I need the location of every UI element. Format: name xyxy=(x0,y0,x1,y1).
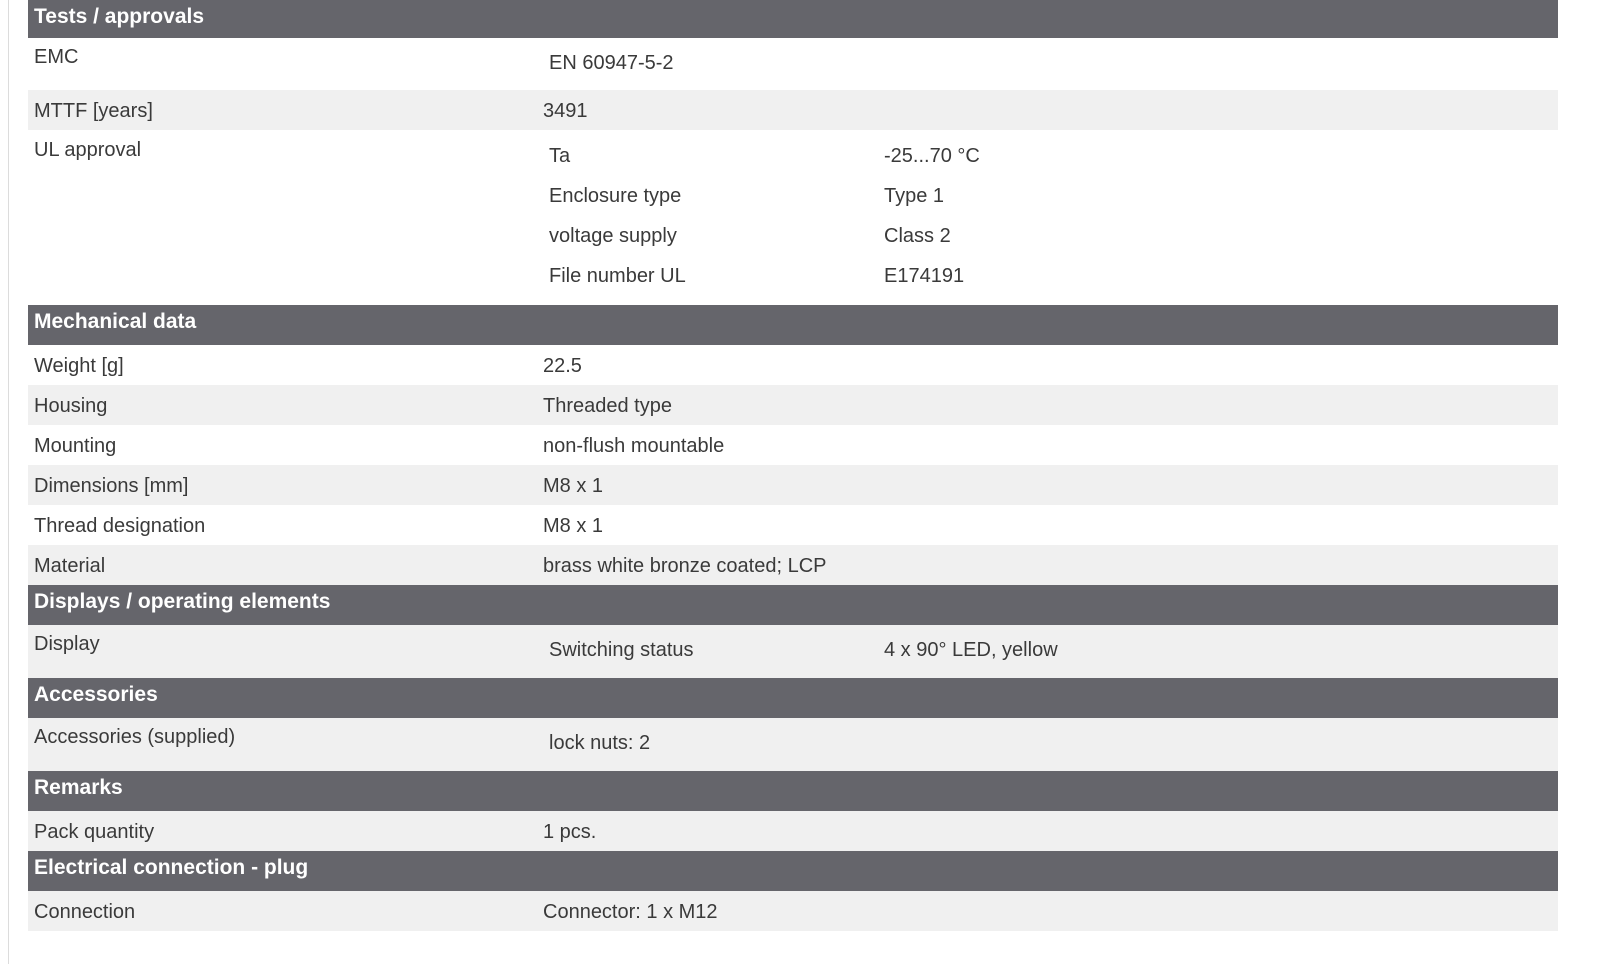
section-header-displays-operating-elements: Displays / operating elements xyxy=(28,585,1558,625)
row-value: Connector: 1 x M12 xyxy=(543,901,718,923)
nested-value-file-number-ul: E174191 xyxy=(884,265,965,287)
row-value: non-flush mountable xyxy=(543,435,725,457)
nested-label-file-number-ul: File number UL xyxy=(549,265,686,287)
table-row-accessories-supplied: Accessories (supplied) lock nuts: 2 xyxy=(28,718,1558,771)
nested-label-voltage-supply: voltage supply xyxy=(549,225,677,247)
nested-label-enclosure-type: Enclosure type xyxy=(549,185,682,207)
nested-label-ta: Ta xyxy=(549,145,571,167)
row-label: Dimensions [mm] xyxy=(34,475,189,497)
table-row-pack-quantity: Pack quantity 1 pcs. xyxy=(28,811,1558,851)
section-header-accessories: Accessories xyxy=(28,678,1558,718)
row-label: Thread designation xyxy=(34,515,206,537)
row-label: Display xyxy=(34,633,100,655)
table-row-housing: Housing Threaded type xyxy=(28,385,1558,425)
section-header-tests-approvals: Tests / approvals xyxy=(28,0,1558,38)
table-row-connection: Connection Connector: 1 x M12 xyxy=(28,891,1558,931)
row-value: M8 x 1 xyxy=(543,515,604,537)
table-row-weight: Weight [g] 22.5 xyxy=(28,345,1558,385)
nested-label-lock-nuts: lock nuts: 2 xyxy=(549,732,651,754)
section-header-mechanical-data: Mechanical data xyxy=(28,305,1558,345)
table-row-emc: EMC EN 60947-5-2 xyxy=(28,38,1558,90)
row-label: EMC xyxy=(34,46,79,68)
row-value: 1 pcs. xyxy=(543,821,597,843)
datasheet-table: Tests / approvals EMC EN 60947-5-2 MTTF … xyxy=(28,0,1558,931)
row-label: Material xyxy=(34,555,106,577)
row-label: UL approval xyxy=(34,139,142,161)
nested-value-enclosure-type: Type 1 xyxy=(884,185,945,207)
row-value: Threaded type xyxy=(543,395,672,417)
row-label: Mounting xyxy=(34,435,117,457)
table-row-mounting: Mounting non-flush mountable xyxy=(28,425,1558,465)
nested-value-voltage-supply: Class 2 xyxy=(884,225,951,247)
row-value: EN 60947-5-2 xyxy=(549,52,674,74)
table-row-material: Material brass white bronze coated; LCP xyxy=(28,545,1558,585)
row-label: Pack quantity xyxy=(34,821,155,843)
table-row-display: Display Switching status 4 x 90° LED, ye… xyxy=(28,625,1558,678)
left-divider xyxy=(8,0,9,964)
row-value: M8 x 1 xyxy=(543,475,604,497)
table-row-dimensions: Dimensions [mm] M8 x 1 xyxy=(28,465,1558,505)
nested-value-switching-status: 4 x 90° LED, yellow xyxy=(884,639,1058,661)
table-row-ul-approval: UL approval Ta -25...70 °C Enclosure typ… xyxy=(28,130,1558,305)
nested-value-ta: -25...70 °C xyxy=(884,145,980,167)
row-label: MTTF [years] xyxy=(34,100,153,122)
row-label: Accessories (supplied) xyxy=(34,726,236,748)
nested-label-switching-status: Switching status xyxy=(549,639,694,661)
row-value: 22.5 xyxy=(543,355,582,377)
section-header-electrical-connection-plug: Electrical connection - plug xyxy=(28,851,1558,891)
table-row-mttf: MTTF [years] 3491 xyxy=(28,90,1558,130)
row-label: Connection xyxy=(34,901,136,923)
row-value: 3491 xyxy=(543,100,588,122)
section-header-remarks: Remarks xyxy=(28,771,1558,811)
row-value: brass white bronze coated; LCP xyxy=(543,555,827,577)
row-label: Housing xyxy=(34,395,108,417)
row-label: Weight [g] xyxy=(34,355,124,377)
table-row-thread-designation: Thread designation M8 x 1 xyxy=(28,505,1558,545)
page: Tests / approvals EMC EN 60947-5-2 MTTF … xyxy=(0,0,1600,964)
